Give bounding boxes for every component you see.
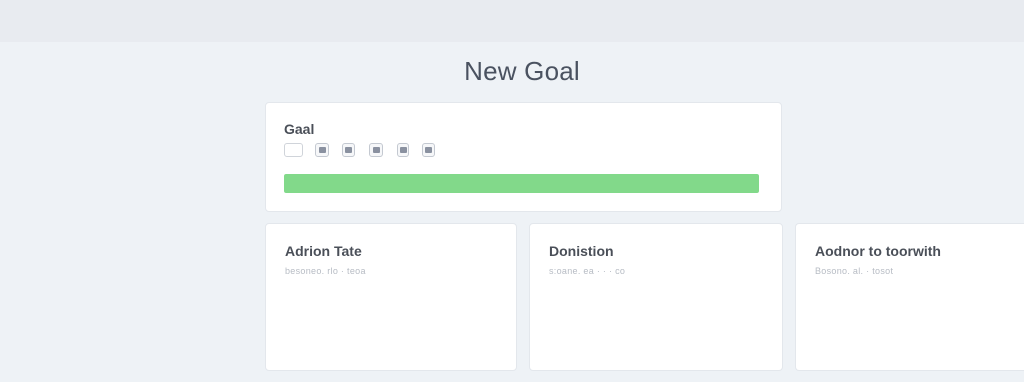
file-icon[interactable] — [397, 143, 409, 157]
section-card-3[interactable]: Aodnor to toorwith Bosono. al. · tosot — [795, 223, 1024, 371]
section-card-1[interactable]: Adrion Tate besoneo. rlo · teoa — [265, 223, 517, 371]
section-subtitle: s:oane. ea · · · co — [549, 266, 626, 276]
section-title: Adrion Tate — [285, 243, 362, 259]
attachment-icon[interactable] — [342, 143, 355, 157]
goal-label: Gaal — [284, 121, 315, 137]
goal-progress-bar — [284, 174, 759, 193]
section-title: Aodnor to toorwith — [815, 243, 941, 259]
link-icon[interactable] — [422, 143, 435, 157]
text-box-icon[interactable] — [284, 143, 303, 157]
section-title: Donistion — [549, 243, 614, 259]
gallery-icon[interactable] — [369, 143, 383, 157]
section-subtitle: besoneo. rlo · teoa — [285, 266, 366, 276]
image-icon[interactable] — [315, 143, 329, 157]
section-card-2[interactable]: Donistion s:oane. ea · · · co — [529, 223, 783, 371]
goal-card: Gaal — [265, 102, 782, 212]
goal-progress-fill — [284, 174, 759, 193]
section-subtitle: Bosono. al. · tosot — [815, 266, 894, 276]
page-title: New Goal — [464, 56, 580, 86]
top-bar — [0, 0, 1024, 42]
